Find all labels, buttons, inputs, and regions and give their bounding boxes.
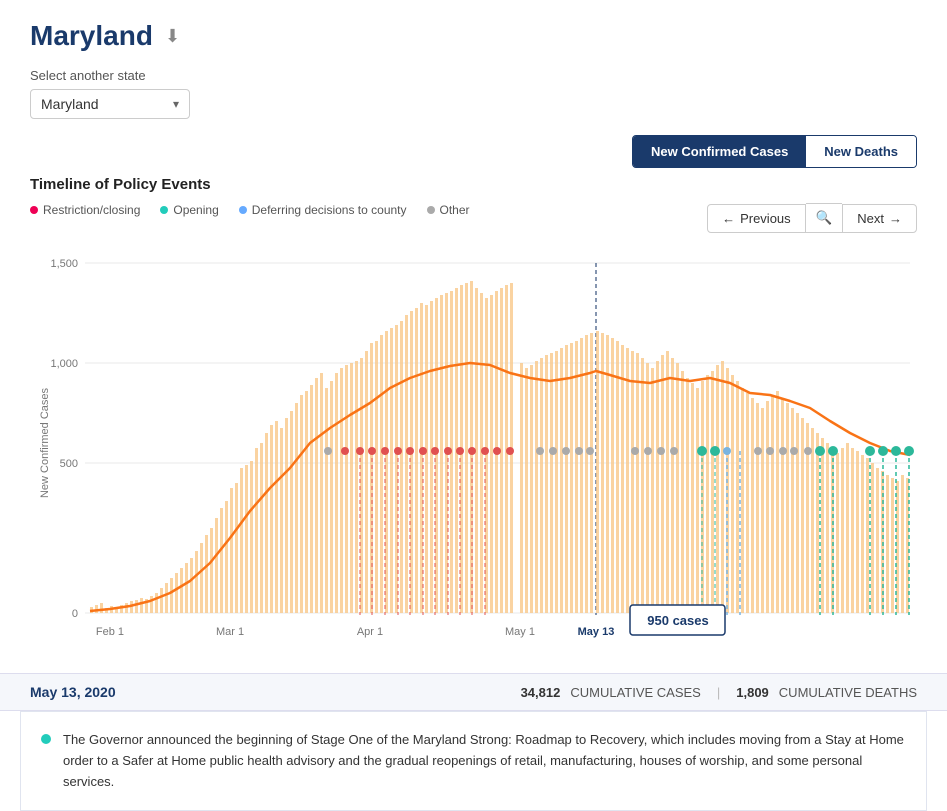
svg-text:1,000: 1,000 [50,358,78,370]
svg-text:500: 500 [60,458,78,470]
event-description: The Governor announced the beginning of … [63,730,906,792]
svg-text:950 cases: 950 cases [647,613,708,628]
legend-item-opening: Opening [160,203,218,217]
chevron-down-icon: ▾ [173,97,179,111]
legend: Restriction/closing Opening Deferring de… [30,203,470,217]
legend-dot-other [427,206,435,214]
svg-text:1,500: 1,500 [50,258,78,270]
right-arrow-icon: → [889,211,902,226]
legend-dot-opening [160,206,168,214]
svg-text:Feb 1: Feb 1 [96,626,124,638]
svg-text:0: 0 [72,608,78,620]
selected-date: May 13, 2020 [30,684,116,700]
section-title: Timeline of Policy Events [30,176,917,193]
svg-text:May 13: May 13 [578,626,615,638]
svg-text:May 1: May 1 [505,626,535,638]
cumulative-cases-value: 34,812 [521,685,561,700]
legend-dot-restriction [30,206,38,214]
main-chart: New Confirmed Cases 1,500 1,000 500 0 Fe… [30,233,917,653]
legend-dot-deferring [239,206,247,214]
event-indicator-dot [41,734,51,744]
svg-text:Mar 1: Mar 1 [216,626,244,638]
legend-label-opening: Opening [173,203,218,217]
legend-label-deferring: Deferring decisions to county [252,203,407,217]
page-title: Maryland [30,20,153,52]
state-dropdown[interactable]: Maryland ▾ [30,89,190,119]
state-selector-label: Select another state [30,68,917,83]
toggle-new-cases-button[interactable]: New Confirmed Cases [633,136,806,167]
toggle-new-deaths-button[interactable]: New Deaths [806,136,916,167]
chart-area: New Confirmed Cases 1,500 1,000 500 0 Fe… [30,233,917,653]
legend-item-other: Other [427,203,470,217]
svg-text:New Confirmed Cases: New Confirmed Cases [39,387,51,498]
download-icon[interactable]: ⬇ [165,26,180,47]
cumulative-cases-label: CUMULATIVE CASES [570,685,701,700]
legend-item-deferring: Deferring decisions to county [239,203,407,217]
previous-label: Previous [740,211,791,226]
cumulative-deaths-value: 1,809 [736,685,769,700]
nav-controls: ← Previous 🔍 Next → [707,203,917,233]
legend-label-restriction: Restriction/closing [43,203,140,217]
date-stats-bar: May 13, 2020 34,812 CUMULATIVE CASES | 1… [0,673,947,711]
stats-row: 34,812 CUMULATIVE CASES | 1,809 CUMULATI… [521,685,917,700]
state-value: Maryland [41,96,99,112]
search-button[interactable]: 🔍 [806,203,843,233]
search-icon: 🔍 [816,210,833,225]
stat-divider: | [717,685,720,700]
previous-button[interactable]: ← Previous [707,204,806,233]
event-box: The Governor announced the beginning of … [20,711,927,811]
next-button[interactable]: Next → [842,204,917,233]
svg-text:Apr 1: Apr 1 [357,626,383,638]
legend-label-other: Other [440,203,470,217]
metric-toggle: New Confirmed Cases New Deaths [632,135,917,168]
chart-container: New Confirmed Cases 1,500 1,000 500 0 Fe… [30,233,917,653]
cumulative-deaths-label: CUMULATIVE DEATHS [779,685,917,700]
left-arrow-icon: ← [722,211,735,226]
legend-item-restriction: Restriction/closing [30,203,140,217]
next-label: Next [857,211,884,226]
